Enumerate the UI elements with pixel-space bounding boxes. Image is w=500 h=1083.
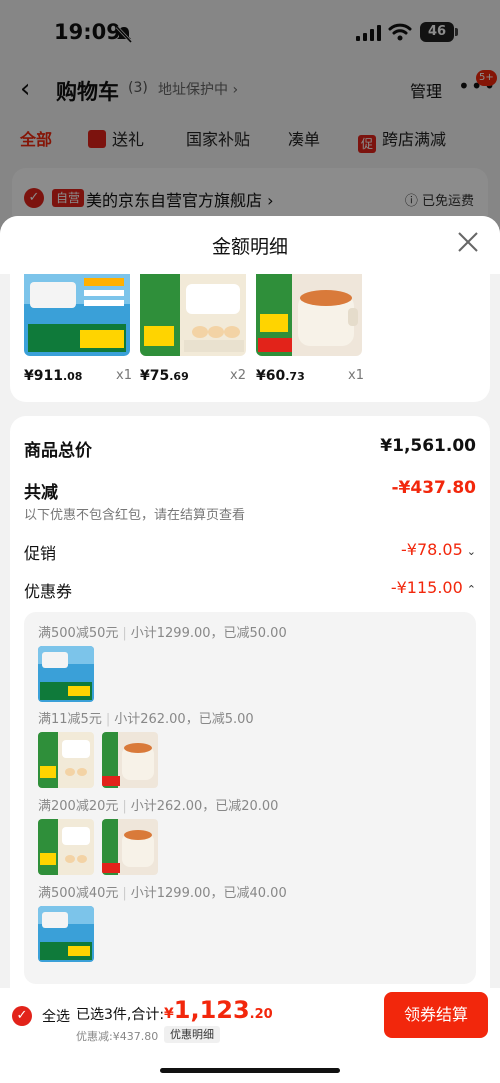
currency-symbol: ¥ xyxy=(164,1006,174,1022)
product-image-water-heater xyxy=(24,274,130,356)
discount-label: 共减 xyxy=(24,483,58,503)
coupon-rule: 满500减40元 xyxy=(38,886,119,901)
chevron-down-icon: ⌄ xyxy=(466,545,476,558)
select-all-label[interactable]: 全选 xyxy=(42,1006,70,1026)
goods-qty: x1 xyxy=(348,368,364,383)
coupon-rule-line: 满200减20元 | 小计262.00，已减20.00 xyxy=(38,799,279,814)
coupon-product-thumb xyxy=(102,732,158,788)
coupon-rule-line: 满500减50元 | 小计1299.00，已减50.00 xyxy=(38,626,287,641)
coupon-value: -¥115.00 xyxy=(390,578,463,597)
chevron-up-icon: ⌃ xyxy=(466,583,476,596)
discount-info: 优惠减:¥437.80 xyxy=(76,1030,159,1043)
goods-qty: x2 xyxy=(230,368,246,383)
coupon-detail: 小计1299.00，已减40.00 xyxy=(130,886,287,901)
discount-detail-button[interactable]: 优惠明细 xyxy=(164,1026,220,1043)
sheet-header: 金额明细 xyxy=(0,216,500,274)
goods-price: ¥911.08 xyxy=(24,368,82,384)
selected-total: ¥1,123.20 xyxy=(164,996,273,1024)
price-summary: 商品总价 ¥1,561.00 共减 -¥437.80 以下优惠不包含红包，请在结… xyxy=(10,416,490,988)
coupon-toggle[interactable]: -¥115.00 ⌃ xyxy=(391,578,476,597)
promo-value: -¥78.05 xyxy=(401,540,463,559)
product-image-cooker xyxy=(256,274,362,356)
coupon-detail-box: 满500减50元 | 小计1299.00，已减50.00 满11减5元 | 小计262.… xyxy=(24,612,476,984)
price-int: ¥75 xyxy=(140,368,170,384)
total-value: ¥1,561.00 xyxy=(380,436,476,456)
goods-price: ¥75.69 xyxy=(140,368,189,384)
discount-note: 以下优惠不包含红包，请在结算页查看 xyxy=(24,508,246,523)
coupon-product-thumb xyxy=(38,732,94,788)
coupon-rule-line: 满11减5元 | 小计262.00，已减5.00 xyxy=(38,712,254,727)
coupon-product-thumb xyxy=(38,906,94,962)
coupon-product-thumb xyxy=(102,819,158,875)
price-int: ¥60 xyxy=(256,368,286,384)
coupon-rule: 满200减20元 xyxy=(38,799,119,814)
coupon-rule-line: 满500减40元 | 小计1299.00，已减40.00 xyxy=(38,886,287,901)
total-dec: .20 xyxy=(249,1007,273,1022)
total-int: 1,123 xyxy=(173,996,250,1024)
coupon-detail: 小计1299.00，已减50.00 xyxy=(130,626,287,641)
sheet-title: 金额明细 xyxy=(211,236,288,258)
coupon-rule: 满500减50元 xyxy=(38,626,119,641)
checkout-button[interactable]: 领券结算 xyxy=(384,992,488,1038)
price-dec: .73 xyxy=(285,370,305,383)
discount-value: -¥437.80 xyxy=(391,478,477,498)
selected-info: 已选3件,合计: xyxy=(76,1007,165,1023)
coupon-product-thumb xyxy=(38,819,94,875)
checkout-bar: ✓ 全选 已选3件,合计: ¥1,123.20 优惠减:¥437.80 优惠明细… xyxy=(0,988,500,1083)
coupon-rule: 满11减5元 xyxy=(38,712,102,727)
select-all-checkbox[interactable]: ✓ xyxy=(12,1006,32,1026)
coupon-label: 优惠券 xyxy=(24,582,73,601)
product-image-egg-steamer xyxy=(140,274,246,356)
goods-qty: x1 xyxy=(116,368,132,383)
goods-price: ¥60.73 xyxy=(256,368,305,384)
goods-strip: ¥911.08 x1 ¥75.69 x2 ¥60.73 x1 xyxy=(10,274,490,402)
price-dec: .69 xyxy=(169,370,189,383)
coupon-detail: 小计262.00，已减5.00 xyxy=(114,712,254,727)
promo-toggle[interactable]: -¥78.05 ⌄ xyxy=(401,540,476,559)
home-indicator xyxy=(160,1068,340,1073)
close-icon[interactable] xyxy=(456,230,480,254)
promo-label: 促销 xyxy=(24,544,57,563)
amount-detail-sheet: 金额明细 ¥911.08 x1 ¥75.69 x2 ¥60.73 x1 商品总价… xyxy=(0,216,500,988)
total-label: 商品总价 xyxy=(24,441,92,461)
price-int: ¥911 xyxy=(24,368,63,384)
price-dec: .08 xyxy=(62,370,83,383)
coupon-detail: 小计262.00，已减20.00 xyxy=(130,799,279,814)
coupon-product-thumb xyxy=(38,646,94,702)
